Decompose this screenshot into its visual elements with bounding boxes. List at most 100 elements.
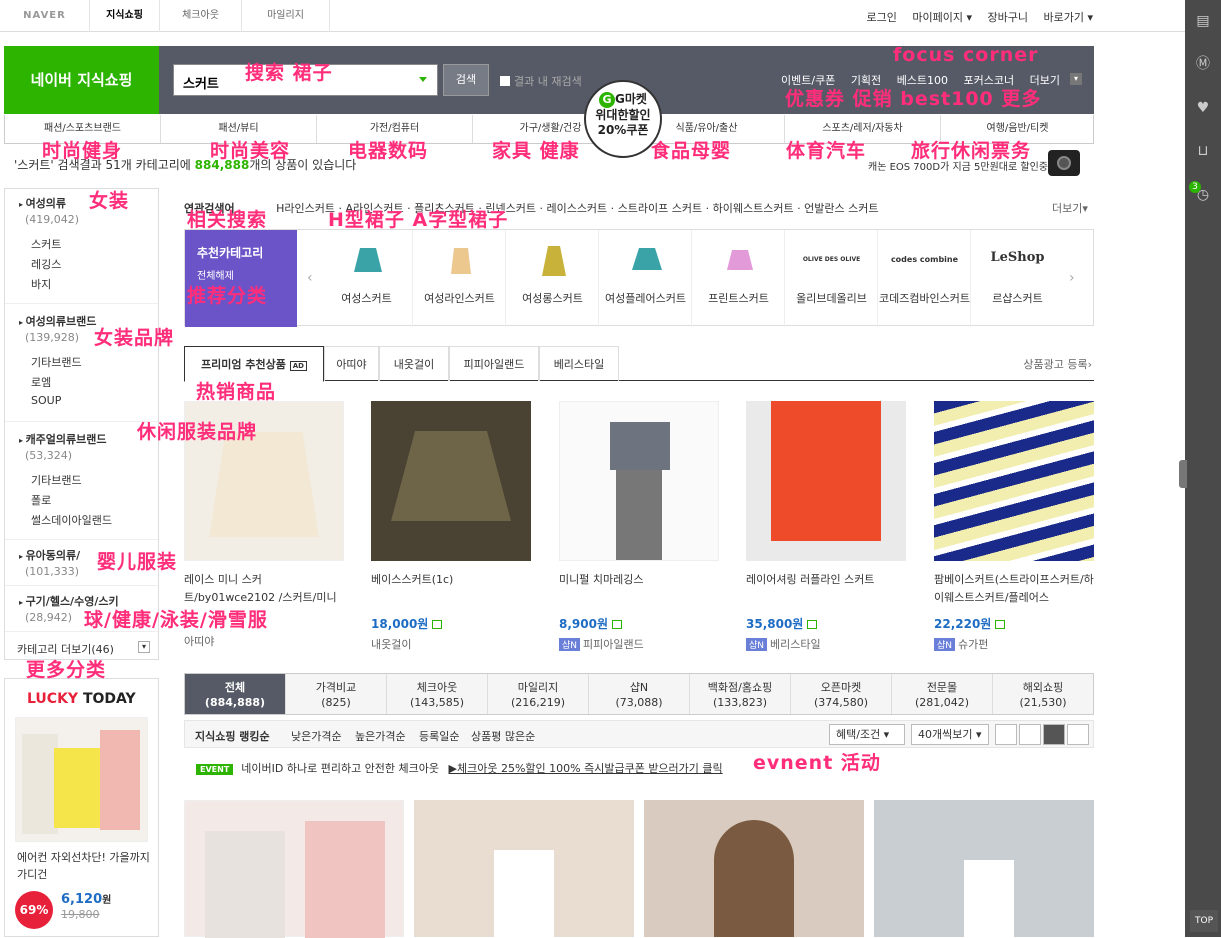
login-link[interactable]: 로그인 bbox=[867, 11, 897, 24]
tab-attiya[interactable]: 아띠야 bbox=[324, 346, 379, 381]
rec-item-leshop[interactable]: LeShop 르샵스커트 bbox=[971, 230, 1064, 327]
tab-price-compare[interactable]: 가격비교 (825) bbox=[286, 674, 387, 714]
product-name[interactable]: 팜베이스커트(스트라이프스커트/하이웨스트스커트/플레어스 bbox=[934, 571, 1094, 607]
rec-item-codes[interactable]: codes combine 코데즈컴바인스커트 bbox=[878, 230, 971, 327]
tab-open-market[interactable]: 오픈마켓 (374,580) bbox=[791, 674, 892, 714]
product-image[interactable] bbox=[414, 800, 634, 937]
product-image[interactable] bbox=[874, 800, 1094, 937]
rec-item-print-skirt[interactable]: 프린트스커트 bbox=[692, 230, 785, 327]
sidebar-item[interactable]: 레깅스 bbox=[31, 256, 61, 272]
menu-icon[interactable]: ▤ bbox=[1194, 12, 1212, 30]
naver-logo[interactable]: NAVER bbox=[0, 0, 90, 32]
product-card[interactable]: 레이어셔링 러플라인 스커트 35,800원 샵N 베리스타일 bbox=[746, 401, 906, 652]
search-within-checkbox[interactable]: 결과 내 재검색 bbox=[500, 73, 582, 89]
sort-date[interactable]: 등록일순 bbox=[419, 728, 459, 744]
product-image[interactable] bbox=[934, 401, 1094, 561]
shopping-logo[interactable]: 네이버 지식쇼핑 bbox=[4, 46, 159, 114]
product-card[interactable]: 베이스스커트(1c) 18,000원 내옷걸이 bbox=[371, 401, 531, 652]
tab-shopping[interactable]: 지식쇼핑 bbox=[90, 0, 160, 32]
product-image[interactable] bbox=[644, 800, 864, 937]
product-card[interactable]: 미니펄 치마레깅스 8,900원 샵N 피피아일랜드 bbox=[559, 401, 719, 652]
ad-register-link[interactable]: 상품광고 등록› bbox=[1023, 356, 1092, 372]
chevron-left-icon[interactable]: ‹ bbox=[307, 270, 313, 286]
chevron-right-icon[interactable]: › bbox=[1069, 270, 1075, 286]
tab-mileage-results[interactable]: 마일리지 (216,219) bbox=[488, 674, 589, 714]
camera-ad-image[interactable] bbox=[1048, 150, 1080, 176]
rec-item-olive[interactable]: OLIVE DES OLIVE 올리브데올리브 bbox=[785, 230, 878, 327]
tab-mileage[interactable]: 마일리지 bbox=[242, 0, 330, 32]
related-item[interactable]: 스트라이프 스커트 bbox=[618, 202, 702, 215]
slide-view-icon[interactable] bbox=[1067, 724, 1089, 745]
rec-item-line-skirt[interactable]: 여성라인스커트 bbox=[413, 230, 506, 327]
list-view-icon[interactable] bbox=[995, 724, 1017, 745]
sidebar-group-kids[interactable]: ▸ 유아동의류/(101,333) bbox=[19, 547, 80, 578]
product-name[interactable]: 레이스 미니 스커트/by01wce2102 /스커트/미니스커트 bbox=[184, 571, 344, 607]
collapse-handle[interactable] bbox=[1179, 460, 1187, 488]
benefit-filter-select[interactable]: 혜택/조건 ▾ bbox=[829, 724, 905, 745]
product-name[interactable]: 베이스스커트(1c) bbox=[371, 571, 531, 607]
event-link[interactable]: ▶체크아웃 25%할인 100% 즉시발급쿠폰 받으러가기 클릭 bbox=[449, 762, 723, 775]
tab-checkout-results[interactable]: 체크아웃 (143,585) bbox=[387, 674, 488, 714]
top-button[interactable]: TOP bbox=[1190, 910, 1218, 932]
sidebar-item[interactable]: SOUP bbox=[31, 394, 61, 407]
shop-name[interactable]: 베리스타일 bbox=[770, 638, 821, 651]
tab-specialty[interactable]: 전문몰 (281,042) bbox=[892, 674, 993, 714]
mileage-icon[interactable]: Ⓜ bbox=[1194, 55, 1212, 73]
tab-pipi[interactable]: 피피아일랜드 bbox=[449, 346, 539, 381]
related-more-link[interactable]: 더보기▾ bbox=[1052, 200, 1088, 216]
basket-icon[interactable]: ⊔ bbox=[1194, 142, 1212, 160]
tab-checkout[interactable]: 체크아웃 bbox=[160, 0, 242, 32]
shop-name[interactable]: 피피아일랜드 bbox=[583, 638, 644, 651]
sidebar-group-women-brand[interactable]: ▸ 여성의류브랜드 (139,928) bbox=[19, 313, 96, 344]
more-arrow-icon[interactable]: ▾ bbox=[1070, 73, 1082, 85]
sidebar-item[interactable]: 바지 bbox=[31, 276, 51, 292]
dropdown-arrow-icon[interactable] bbox=[419, 77, 427, 82]
sidebar-group-casual-brand[interactable]: ▸ 캐주얼의류브랜드 (53,324) bbox=[19, 431, 107, 462]
product-name[interactable]: 미니펄 치마레깅스 bbox=[559, 571, 719, 607]
per-page-select[interactable]: 40개씩보기 ▾ bbox=[911, 724, 989, 745]
tab-shopn[interactable]: 샵N (73,088) bbox=[589, 674, 690, 714]
related-item[interactable]: 언발란스 스커트 bbox=[804, 202, 878, 215]
sidebar-item[interactable]: 스커트 bbox=[31, 236, 61, 252]
shop-name[interactable]: 내옷걸이 bbox=[371, 636, 531, 652]
product-name[interactable]: 레이어셔링 러플라인 스커트 bbox=[746, 571, 906, 607]
heart-icon[interactable]: ♥ bbox=[1194, 99, 1212, 117]
lucky-product-desc[interactable]: 에어컨 자외선차단! 가을까지 가디건 bbox=[17, 849, 151, 883]
sidebar-item[interactable]: 폴로 bbox=[31, 492, 51, 508]
product-image[interactable] bbox=[746, 401, 906, 561]
shop-name[interactable]: 슈가펀 bbox=[958, 638, 988, 651]
related-item[interactable]: H라인스커트 bbox=[276, 202, 335, 215]
sidebar-item[interactable]: 썰스데이아일랜드 bbox=[31, 512, 112, 528]
tab-berry[interactable]: 베리스타일 bbox=[539, 346, 619, 381]
tab-department[interactable]: 백화점/홈쇼핑 (133,823) bbox=[690, 674, 791, 714]
tab-naeotgeori[interactable]: 내옷걸이 bbox=[379, 346, 449, 381]
related-item[interactable]: 하이웨스트스커트 bbox=[713, 202, 794, 215]
shortcut-link[interactable]: 바로가기 ▾ bbox=[1044, 11, 1094, 24]
product-image[interactable] bbox=[559, 401, 719, 561]
tab-overseas[interactable]: 해외쇼핑 (21,530) bbox=[993, 674, 1093, 714]
sidebar-item[interactable]: 로엠 bbox=[31, 374, 51, 390]
cart-link[interactable]: 장바구니 bbox=[988, 11, 1028, 24]
mypage-link[interactable]: 마이페이지 ▾ bbox=[912, 11, 972, 24]
rec-item-women-skirt[interactable]: 여성스커트 bbox=[320, 230, 413, 327]
related-item[interactable]: 레이스스커트 bbox=[546, 202, 607, 215]
rec-item-flare-skirt[interactable]: 여성플레어스커트 bbox=[599, 230, 692, 327]
shop-name[interactable]: 아띠야 bbox=[184, 633, 344, 649]
sidebar-item[interactable]: 기타브랜드 bbox=[31, 472, 82, 488]
sort-reviews[interactable]: 상품평 많은순 bbox=[471, 728, 535, 744]
sort-high-price[interactable]: 높은가격순 bbox=[355, 728, 406, 744]
sort-low-price[interactable]: 낮은가격순 bbox=[291, 728, 342, 744]
tab-all[interactable]: 전체 (884,888) bbox=[185, 674, 286, 714]
clear-all-link[interactable]: 전체해제 bbox=[197, 267, 285, 282]
lucky-product-image[interactable] bbox=[15, 717, 148, 842]
product-image[interactable] bbox=[184, 800, 404, 938]
chevron-down-icon[interactable]: ▾ bbox=[138, 641, 150, 653]
product-card[interactable]: 팜베이스커트(스트라이프스커트/하이웨스트스커트/플레어스 22,220원 샵N… bbox=[934, 401, 1094, 652]
gallery-view-icon[interactable] bbox=[1043, 724, 1065, 745]
sort-ranking[interactable]: 지식쇼핑 랭킹순 bbox=[195, 728, 270, 744]
sidebar-group-women[interactable]: ▸ 여성의류 (419,042) bbox=[19, 195, 79, 226]
rec-item-long-skirt[interactable]: 여성롱스커트 bbox=[506, 230, 599, 327]
search-button[interactable]: 검색 bbox=[443, 64, 489, 96]
sidebar-item[interactable]: 기타브랜드 bbox=[31, 354, 82, 370]
grid-view-icon[interactable] bbox=[1019, 724, 1041, 745]
